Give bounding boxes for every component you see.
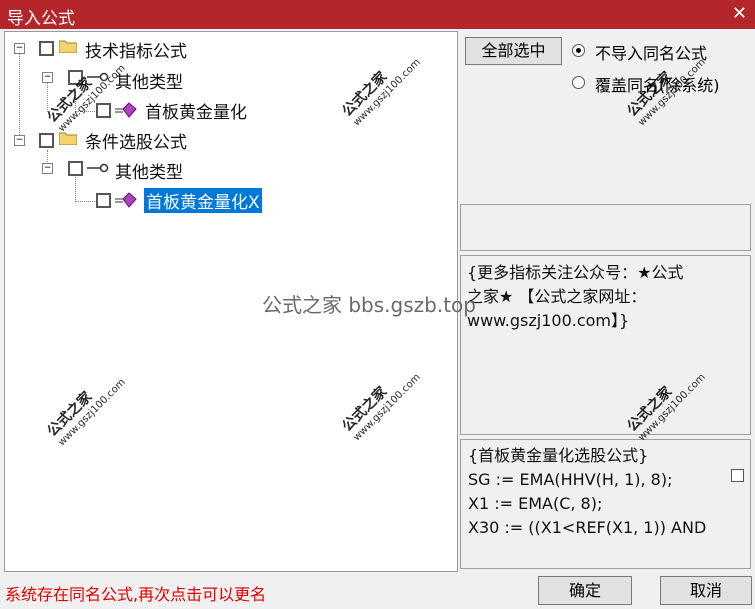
- tree-line: [75, 175, 76, 202]
- select-all-button[interactable]: 全部选中: [465, 37, 562, 65]
- collapse-toggle[interactable]: −: [14, 43, 25, 54]
- collapse-toggle[interactable]: −: [42, 163, 53, 174]
- watermark-center: 公式之家 bbs.gszb.top: [262, 293, 476, 317]
- folder-icon: [59, 40, 77, 53]
- desc-line: {更多指标关注公众号：★公式: [467, 263, 684, 282]
- checkbox-n1-leaf[interactable]: [96, 103, 111, 118]
- radio-overwrite[interactable]: [572, 76, 585, 89]
- preview-checkbox[interactable]: [731, 469, 744, 482]
- tree-line: [75, 201, 95, 202]
- checkbox-n2-child[interactable]: [68, 161, 83, 176]
- cancel-button[interactable]: 取消: [660, 576, 752, 605]
- code-line: SG := EMA(HHV(H, 1), 8);: [468, 470, 673, 489]
- description-box: {更多指标关注公众号：★公式 之家★ 【公式之家网址： www.gszj100.…: [460, 255, 751, 435]
- collapse-toggle[interactable]: −: [14, 135, 25, 146]
- code-preview-box: {首板黄金量化选股公式} SG := EMA(HHV(H, 1), 8); X1…: [460, 439, 751, 569]
- desc-line: www.gszj100.com】}: [467, 311, 630, 330]
- formula-gem-icon: [115, 192, 137, 208]
- window-title: 导入公式: [7, 9, 75, 29]
- collapse-toggle[interactable]: −: [42, 72, 53, 83]
- tree-line: [19, 49, 20, 141]
- status-message: 系统存在同名公式,再次点击可以更名: [5, 585, 267, 604]
- tree-node-screener[interactable]: 条件选股公式: [85, 128, 187, 153]
- radio-skip-duplicates[interactable]: [572, 44, 585, 57]
- code-line: X1 := EMA(C, 8);: [468, 494, 603, 513]
- checkbox-n2-leaf[interactable]: [96, 193, 111, 208]
- ok-button[interactable]: 确定: [538, 576, 632, 605]
- checkbox-n1[interactable]: [39, 41, 54, 56]
- folder-icon: [59, 132, 77, 145]
- formula-gem-icon: [115, 102, 137, 118]
- close-icon[interactable]: ✕: [732, 3, 747, 24]
- code-line: X30 := ((X1<REF(X1, 1)) AND: [468, 518, 707, 537]
- key-icon: [87, 163, 109, 173]
- tree-node-other-2[interactable]: 其他类型: [115, 158, 183, 183]
- desc-line: 之家★ 【公式之家网址：: [467, 287, 647, 306]
- title-bar: 导入公式 ✕: [0, 0, 755, 29]
- name-field[interactable]: [460, 204, 751, 251]
- tree-leaf-formula[interactable]: 首板黄金量化: [145, 98, 247, 123]
- tree-leaf-formula-selected[interactable]: 首板黄金量化X: [144, 188, 262, 213]
- checkbox-n2[interactable]: [39, 133, 54, 148]
- code-line: {首板黄金量化选股公式}: [468, 446, 649, 465]
